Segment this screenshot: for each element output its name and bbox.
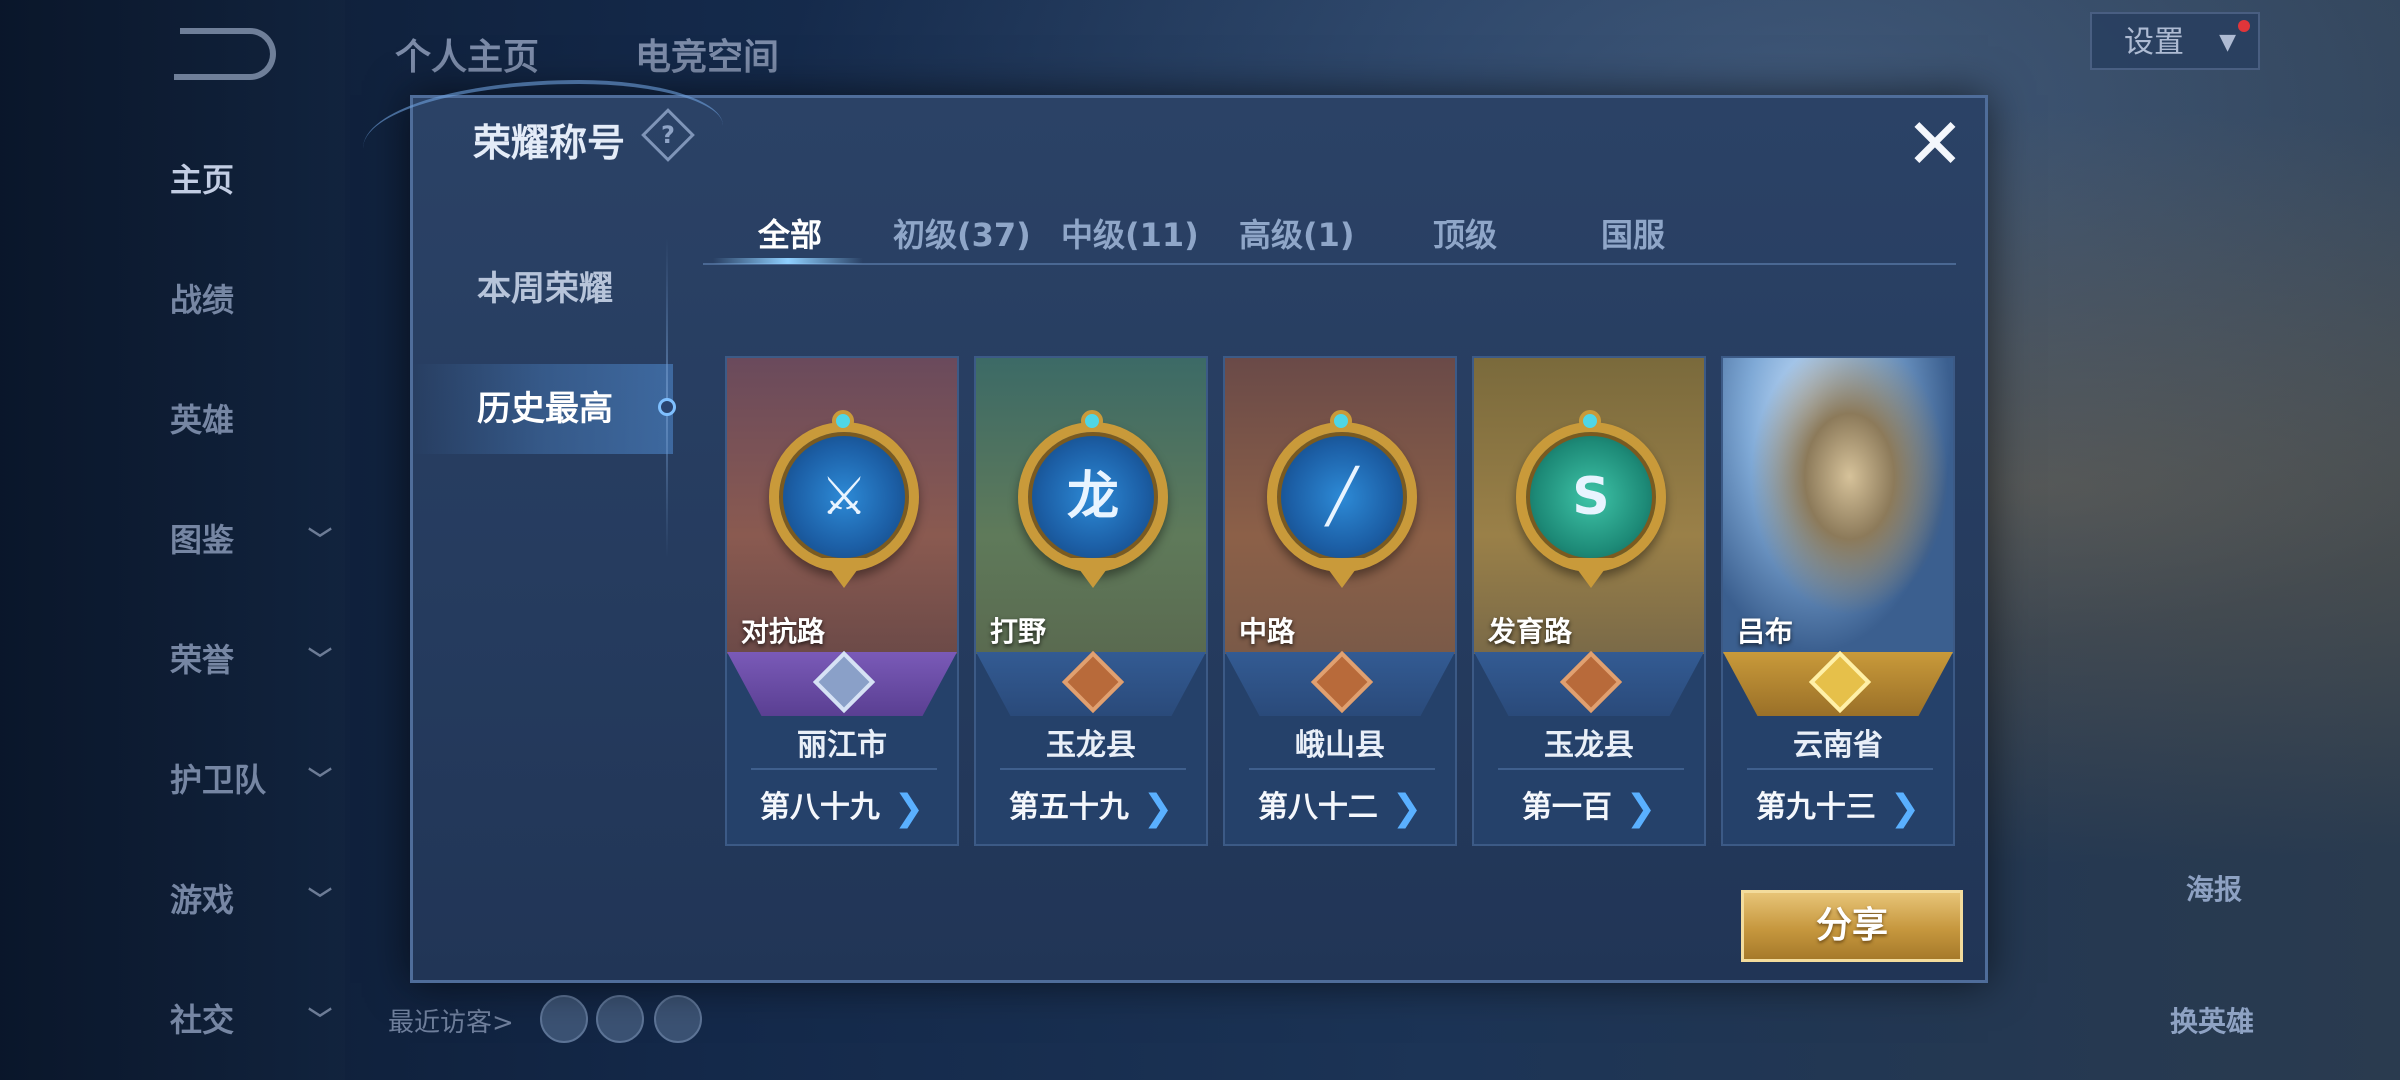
close-icon[interactable]: ✕ [1903, 109, 1967, 179]
rank-text: 第八十九 [759, 790, 880, 825]
card-role: 对抗路 [741, 615, 826, 648]
tab-profile[interactable]: 个人主页 [395, 28, 575, 80]
settings-button[interactable]: 设置 ▼ [2090, 12, 2260, 70]
tab-intermediate[interactable]: 中级(11) [1061, 210, 1199, 256]
nav-item-guard[interactable]: 护卫队 ﹀ [170, 750, 332, 810]
card-region: 峨山县 [1295, 728, 1385, 763]
title-card-mid-lane[interactable]: ╱ 中路 峨山县 第八十二 ❯ [1223, 356, 1457, 846]
nav-item-heroes[interactable]: 英雄 [170, 390, 330, 450]
avatar[interactable] [596, 995, 644, 1043]
chevron-right-icon: ❯ [1391, 788, 1423, 829]
tab-top[interactable]: 顶级 [1433, 210, 1497, 256]
badge-gem [832, 410, 854, 432]
chevron-down-icon: ﹀ [308, 886, 332, 914]
tab-all[interactable]: 全部 [758, 210, 822, 256]
card-divider [751, 768, 937, 770]
card-rank[interactable]: 第八十九 ❯ [727, 782, 957, 829]
avatar[interactable] [540, 995, 588, 1043]
honor-title-modal: 荣耀称号 ? ✕ 本周荣耀 历史最高 全部 初级(37) 中级(11) 高级(1… [363, 80, 1988, 983]
share-button[interactable]: 分享 [1741, 890, 1963, 962]
tab-beginner[interactable]: 初级(37) [893, 210, 1031, 256]
side-tab-history-best[interactable]: 历史最高 [413, 364, 673, 454]
nav-item-label: 社交 [170, 1001, 235, 1039]
card-rank[interactable]: 第九十三 ❯ [1723, 782, 1953, 829]
rank-text: 第五十九 [1008, 790, 1129, 825]
nav-item-record[interactable]: 战绩 [170, 270, 330, 330]
card-rank[interactable]: 第八十二 ❯ [1225, 782, 1455, 829]
title-card-top-lane[interactable]: ⚔ 对抗路 丽江市 第八十九 ❯ [725, 356, 959, 846]
poster-button[interactable]: 海报 [2186, 868, 2242, 908]
recent-visitors-label[interactable]: 最近访客> [388, 1002, 514, 1039]
title-card-jungle[interactable]: 龙 打野 玉龙县 第五十九 ❯ [974, 356, 1208, 846]
card-divider [1000, 768, 1186, 770]
card-rank[interactable]: 第五十九 ❯ [976, 782, 1206, 829]
rank-text: 第九十三 [1755, 790, 1876, 825]
nav-item-label: 护卫队 [170, 761, 267, 799]
tab-esports[interactable]: 电竞空间 [635, 28, 815, 80]
nav-item-social[interactable]: 社交 ﹀ [170, 990, 332, 1050]
nav-item-label: 主页 [170, 161, 235, 199]
avatar[interactable] [654, 995, 702, 1043]
nav-item-label: 图鉴 [170, 521, 235, 559]
title-card-farm-lane[interactable]: S 发育路 玉龙县 第一百 ❯ [1472, 356, 1706, 846]
nav-item-home[interactable]: 主页 [170, 150, 330, 210]
card-region: 玉龙县 [1046, 728, 1136, 763]
chevron-right-icon: ❯ [1142, 788, 1174, 829]
tab-national[interactable]: 国服 [1601, 210, 1665, 256]
side-tab-weekly[interactable]: 本周荣耀 [413, 244, 673, 334]
card-region: 丽江市 [797, 728, 887, 763]
chevron-down-icon: ﹀ [308, 766, 332, 794]
chevron-down-icon: ﹀ [308, 1006, 332, 1034]
card-role: 打野 [990, 615, 1047, 648]
change-hero-button[interactable]: 换英雄 [2170, 1000, 2254, 1040]
card-divider [1747, 768, 1933, 770]
rank-text: 第一百 [1521, 790, 1612, 825]
badge-gem [1579, 410, 1601, 432]
left-nav: 主页 战绩 英雄 图鉴 ﹀ 荣誉 ﹀ 护卫队 ﹀ 游戏 ﹀ 社交 ﹀ [0, 0, 345, 1080]
card-role: 吕布 [1737, 615, 1794, 648]
nav-item-label: 荣誉 [170, 641, 235, 679]
chevron-down-icon: ﹀ [308, 646, 332, 674]
card-role: 中路 [1239, 615, 1296, 648]
nav-item-codex[interactable]: 图鉴 ﹀ [170, 510, 332, 570]
nav-item-label: 英雄 [170, 401, 235, 439]
tab-active-indicator [713, 258, 863, 264]
card-divider [1498, 768, 1684, 770]
chevron-right-icon: ❯ [1625, 788, 1657, 829]
nav-item-label: 战绩 [170, 281, 235, 319]
nav-item-label: 游戏 [170, 881, 235, 919]
card-rank[interactable]: 第一百 ❯ [1474, 782, 1704, 829]
card-divider [1249, 768, 1435, 770]
badge-gem [1081, 410, 1103, 432]
nav-item-honor[interactable]: 荣誉 ﹀ [170, 630, 332, 690]
chevron-right-icon: ❯ [1889, 788, 1921, 829]
badge-glyph: 龙 [1066, 467, 1119, 527]
badge-gem [1330, 410, 1352, 432]
chevron-down-icon: ▼ [2219, 30, 2236, 55]
card-region: 玉龙县 [1544, 728, 1634, 763]
nav-item-games[interactable]: 游戏 ﹀ [170, 870, 332, 930]
badge-glyph: ╱ [1326, 467, 1358, 527]
title-card-hero[interactable]: 吕布 云南省 第九十三 ❯ [1721, 356, 1955, 846]
card-region: 云南省 [1793, 728, 1883, 763]
modal-title: 荣耀称号 [473, 121, 626, 165]
settings-label: 设置 [2124, 25, 2184, 60]
rank-text: 第八十二 [1257, 790, 1378, 825]
chevron-down-icon: ﹀ [308, 526, 332, 554]
help-glyph: ? [661, 121, 675, 149]
badge-glyph: ⚔ [820, 467, 868, 527]
chevron-right-icon: ❯ [893, 788, 925, 829]
tab-underline [703, 263, 1956, 265]
tab-advanced[interactable]: 高级(1) [1239, 210, 1355, 256]
active-indicator-dot [658, 398, 676, 416]
card-role: 发育路 [1488, 615, 1573, 648]
notification-dot [2238, 20, 2250, 32]
badge-glyph: S [1572, 467, 1610, 527]
back-icon[interactable] [174, 28, 276, 80]
